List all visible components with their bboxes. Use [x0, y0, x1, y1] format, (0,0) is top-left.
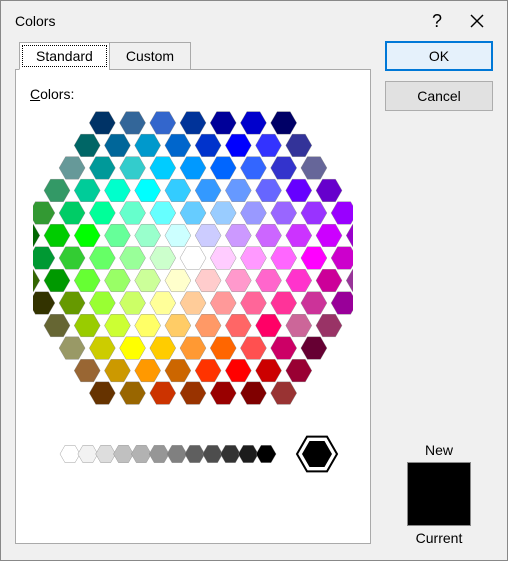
- help-icon[interactable]: ?: [417, 1, 457, 41]
- tab-panel-standard: Colors:: [15, 69, 371, 544]
- titlebar: Colors ?: [1, 1, 507, 41]
- tab-standard[interactable]: Standard: [19, 42, 110, 70]
- colors-dialog: Colors ? Standard Custom Colors:: [0, 0, 508, 561]
- cancel-button[interactable]: Cancel: [385, 81, 493, 111]
- preview-swatch: [407, 462, 471, 526]
- ok-button[interactable]: OK: [385, 41, 493, 71]
- grayscale-row[interactable]: [58, 432, 356, 476]
- color-hexagon[interactable]: [33, 108, 353, 408]
- new-label: New: [385, 442, 493, 458]
- selected-large-hex[interactable]: [295, 432, 339, 476]
- current-label: Current: [385, 530, 493, 546]
- preview-block: New Current: [385, 442, 493, 546]
- colors-label: Colors:: [30, 86, 356, 102]
- close-icon[interactable]: [457, 1, 497, 41]
- tab-custom[interactable]: Custom: [109, 42, 191, 70]
- tabs: Standard Custom: [19, 41, 371, 69]
- dialog-title: Colors: [15, 13, 417, 29]
